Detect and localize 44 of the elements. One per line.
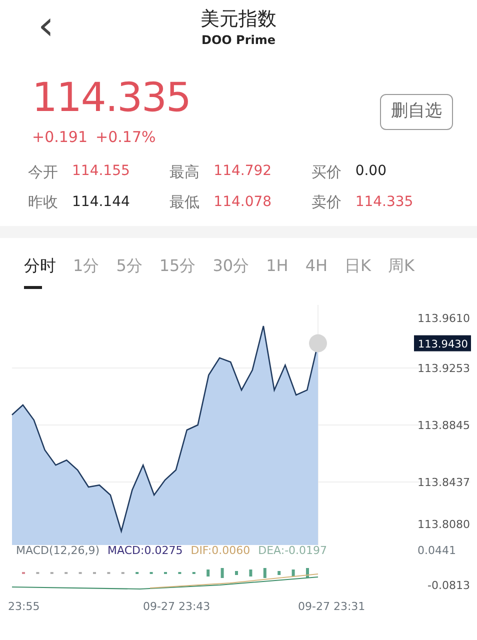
stat-value: 114.144 <box>72 192 130 212</box>
timeframe-tab[interactable]: 5分 <box>116 254 142 278</box>
axis-label: 113.8080 <box>418 517 470 530</box>
axis-label: 0.0441 <box>418 542 456 558</box>
remove-watchlist-button[interactable]: 删自选 <box>380 94 453 130</box>
page-subtitle: DOO Prime <box>201 32 276 47</box>
timeframe-tab[interactable]: 30分 <box>212 254 250 278</box>
stat-label: 买价 <box>311 162 342 182</box>
time-label: 23:55 <box>8 599 41 615</box>
dea-value: DEA:-0.0197 <box>258 542 328 558</box>
stat-label: 昨收 <box>28 192 59 213</box>
stat-label: 卖价 <box>311 192 342 213</box>
axis-label: 113.9610 <box>418 312 470 325</box>
stat-value: 114.078 <box>214 192 272 212</box>
stat-label: 最低 <box>170 192 201 213</box>
price-change: +0.191 <box>32 127 88 148</box>
stat-value: 114.792 <box>214 162 272 182</box>
back-button[interactable]: ‹ <box>34 6 58 46</box>
current-price: 114.335 <box>32 75 190 121</box>
timeframe-tab[interactable]: 日K <box>344 254 372 278</box>
time-label: 09-27 23:31 <box>298 599 366 615</box>
timeframe-tab[interactable]: 1H <box>266 254 288 278</box>
axis-label: 113.9253 <box>418 362 470 374</box>
last-price-label: 113.9430 <box>414 334 471 351</box>
last-point-marker <box>309 334 327 352</box>
axis-label: -0.0813 <box>428 579 470 592</box>
stat-label: 最高 <box>170 162 201 182</box>
page-title: 美元指数 <box>200 8 276 30</box>
time-label: 09-27 23:43 <box>143 599 212 615</box>
timeframe-tab[interactable]: 15分 <box>159 254 196 278</box>
axis-label: 113.8437 <box>418 476 470 488</box>
stat-value: 114.155 <box>72 162 130 182</box>
timeframe-tab[interactable]: 4H <box>305 254 328 278</box>
axis-label: 113.8845 <box>418 418 470 432</box>
timeframe-tab[interactable]: 周K <box>388 254 415 278</box>
macd-value: MACD:0.0275 <box>108 542 183 558</box>
stat-value: 0.00 <box>355 162 386 182</box>
dif-value: DIF:0.0060 <box>190 542 250 558</box>
price-change-percent: +0.17% <box>96 127 156 148</box>
timeframe-tab[interactable]: 分时 <box>24 254 56 278</box>
timeframe-tab[interactable]: 1分 <box>73 254 100 278</box>
macd-title: MACD(12,26,9) <box>16 542 100 558</box>
stat-value: 114.335 <box>355 192 414 212</box>
stat-label: 今开 <box>28 162 59 182</box>
